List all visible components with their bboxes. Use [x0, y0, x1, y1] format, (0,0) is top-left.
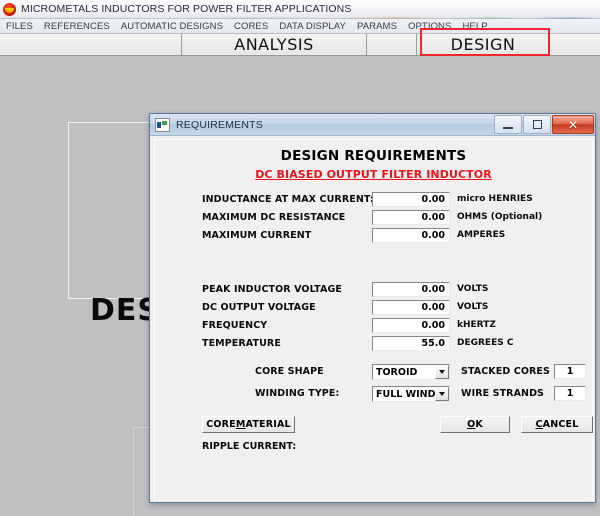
input-inductance-at-max-current[interactable]: 0.00: [372, 192, 450, 207]
chevron-down-icon[interactable]: [435, 387, 449, 401]
cancel-button-accel: C: [535, 419, 543, 430]
label-inductance-at-max-current: INDUCTANCE AT MAX CURRENT:: [202, 194, 374, 205]
ok-button-accel: O: [467, 419, 476, 430]
cancel-button[interactable]: C ANCEL: [521, 416, 593, 433]
requirements-dialog: REQUIREMENTS ✕ DESIGN REQUIREMENTS DC BI…: [149, 113, 596, 503]
application-title: MICROMETALS INDUCTORS FOR POWER FILTER A…: [21, 3, 352, 15]
label-frequency: FREQUENCY: [202, 320, 268, 331]
menu-item-files[interactable]: FILES: [6, 21, 33, 32]
label-stacked-cores: STACKED CORES: [461, 366, 550, 377]
maximize-icon: [532, 120, 542, 129]
select-core-shape[interactable]: TOROID: [372, 364, 450, 380]
label-wire-strands: WIRE STRANDS: [461, 388, 544, 399]
minimize-button[interactable]: [494, 115, 522, 134]
chevron-down-icon[interactable]: [435, 365, 449, 379]
close-icon: ✕: [567, 117, 579, 132]
field-row-winding-type: WINDING TYPE: FULL WINDOW WIRE STRANDS 1: [155, 386, 592, 402]
input-maximum-dc-resistance[interactable]: 0.00: [372, 210, 450, 225]
label-maximum-current: MAXIMUM CURRENT: [202, 230, 312, 241]
input-frequency[interactable]: 0.00: [372, 318, 450, 333]
unit-inductance-at-max-current: micro HENRIES: [457, 194, 533, 204]
menu-item-cores[interactable]: CORES: [234, 21, 268, 32]
menu-item-data-display[interactable]: DATA DISPLAY: [279, 21, 346, 32]
app-logo-icon: [3, 2, 16, 16]
dialog-title: REQUIREMENTS: [176, 118, 263, 131]
mode-tab-strip: ANALYSIS DESIGN: [0, 33, 600, 56]
core-material-button-label-post: ATERIAL: [245, 419, 291, 430]
ok-button-label-post: K: [475, 419, 483, 430]
dialog-subheading: DC BIASED OUTPUT FILTER INDUCTOR: [255, 168, 492, 181]
unit-maximum-current: AMPERES: [457, 230, 506, 240]
select-core-shape-value: TOROID: [376, 366, 418, 378]
input-peak-inductor-voltage[interactable]: 0.00: [372, 282, 450, 297]
tab-gap[interactable]: [367, 34, 417, 55]
select-winding-type[interactable]: FULL WINDOW: [372, 386, 450, 402]
close-button[interactable]: ✕: [552, 115, 594, 134]
window-app-icon: [155, 117, 170, 132]
field-row-max-current: MAXIMUM CURRENT 0.00 AMPERES: [155, 228, 592, 244]
menu-item-help[interactable]: HELP: [462, 21, 487, 32]
core-material-button-accel: M: [235, 419, 246, 430]
core-material-button-label-pre: CORE: [206, 419, 236, 430]
unit-dc-output-voltage: VOLTS: [457, 302, 489, 312]
input-temperature[interactable]: 55.0: [372, 336, 450, 351]
label-maximum-dc-resistance: MAXIMUM DC RESISTANCE: [202, 212, 346, 223]
dialog-heading: DESIGN REQUIREMENTS: [280, 148, 467, 164]
core-material-button[interactable]: CORE M ATERIAL: [202, 416, 295, 433]
label-peak-inductor-voltage: PEAK INDUCTOR VOLTAGE: [202, 284, 342, 295]
dialog-body: DESIGN REQUIREMENTS DC BIASED OUTPUT FIL…: [154, 139, 593, 500]
menu-item-params[interactable]: PARAMS: [357, 21, 397, 32]
menu-item-references[interactable]: REFERENCES: [44, 21, 110, 32]
tab-analysis[interactable]: ANALYSIS: [182, 34, 367, 55]
unit-frequency: kHERTZ: [457, 320, 496, 330]
window-controls: ✕: [493, 115, 594, 134]
menu-item-automatic-designs[interactable]: AUTOMATIC DESIGNS: [121, 21, 223, 32]
field-row-core-shape: CORE SHAPE TOROID STACKED CORES 1: [155, 364, 592, 380]
menu-bar: FILES REFERENCES AUTOMATIC DESIGNS CORES…: [0, 19, 600, 33]
tab-blank-right[interactable]: [550, 34, 600, 55]
label-temperature: TEMPERATURE: [202, 338, 281, 349]
ok-button[interactable]: OK: [440, 416, 510, 433]
dialog-titlebar[interactable]: REQUIREMENTS ✕: [150, 114, 595, 136]
application-titlebar: MICROMETALS INDUCTORS FOR POWER FILTER A…: [0, 0, 600, 18]
input-dc-output-voltage[interactable]: 0.00: [372, 300, 450, 315]
select-winding-type-value: FULL WINDOW: [376, 388, 435, 400]
menu-item-options[interactable]: OPTIONS: [408, 21, 451, 32]
unit-maximum-dc-resistance: OHMS (Optional): [457, 212, 543, 222]
field-row-peak-inductor-voltage: PEAK INDUCTOR VOLTAGE 0.00 VOLTS: [155, 282, 592, 298]
field-row-temperature: TEMPERATURE 55.0 DEGREES C: [155, 336, 592, 352]
input-wire-strands[interactable]: 1: [554, 386, 586, 401]
label-core-shape: CORE SHAPE: [255, 366, 324, 377]
input-maximum-current[interactable]: 0.00: [372, 228, 450, 243]
tab-blank-left[interactable]: [0, 34, 182, 55]
unit-temperature: DEGREES C: [457, 338, 514, 348]
field-row-dc-output-voltage: DC OUTPUT VOLTAGE 0.00 VOLTS: [155, 300, 592, 316]
cancel-button-label-post: ANCEL: [542, 419, 579, 430]
tab-design[interactable]: DESIGN: [417, 34, 550, 55]
input-stacked-cores[interactable]: 1: [554, 364, 586, 379]
field-row-max-dc-resistance: MAXIMUM DC RESISTANCE 0.00 OHMS (Optiona…: [155, 210, 592, 226]
field-row-frequency: FREQUENCY 0.00 kHERTZ: [155, 318, 592, 334]
maximize-button[interactable]: [523, 115, 551, 134]
label-winding-type: WINDING TYPE:: [255, 388, 340, 399]
ripple-current-label: RIPPLE CURRENT:: [202, 441, 297, 452]
minimize-icon: [503, 126, 513, 129]
application-window: MICROMETALS INDUCTORS FOR POWER FILTER A…: [0, 0, 600, 516]
label-dc-output-voltage: DC OUTPUT VOLTAGE: [202, 302, 316, 313]
field-row-inductance: INDUCTANCE AT MAX CURRENT: 0.00 micro HE…: [155, 192, 592, 208]
unit-peak-inductor-voltage: VOLTS: [457, 284, 489, 294]
